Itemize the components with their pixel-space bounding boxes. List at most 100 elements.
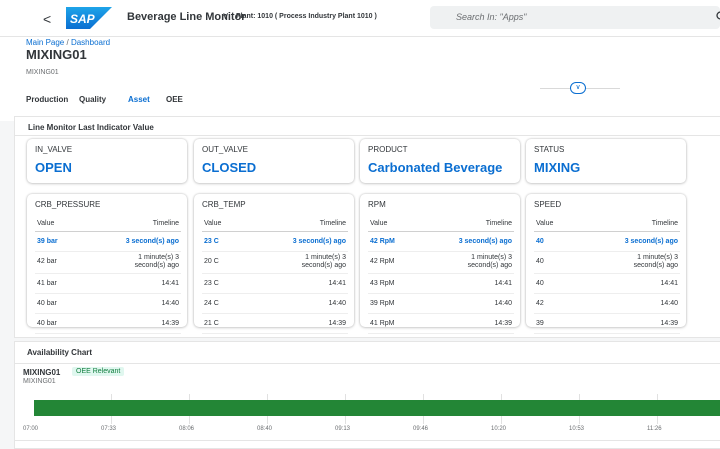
table-row[interactable]: 23 C 14:41 bbox=[202, 273, 348, 294]
breadcrumb-dashboard[interactable]: Dashboard bbox=[71, 38, 110, 47]
cell-timeline-line1: 1 minute(s) 3 bbox=[138, 254, 179, 261]
line-monitor-section: Line Monitor Last Indicator Value IN_VAL… bbox=[14, 116, 720, 338]
cell-timeline: 3 second(s) ago bbox=[571, 231, 680, 252]
column-header-timeline[interactable]: Timeline bbox=[77, 216, 181, 232]
indicator-table: Value Timeline 40 3 second(s) ago 40 1 minu… bbox=[534, 216, 680, 334]
cell-timeline: 14:40 bbox=[571, 293, 680, 314]
breadcrumb-main-page[interactable]: Main Page bbox=[26, 38, 64, 47]
indicator-card-crb-pressure: CRB_PRESSURE Value Timeline 39 bar 3 secon… bbox=[27, 194, 187, 334]
table-row[interactable]: 39 14:39 bbox=[534, 313, 680, 334]
table-row[interactable]: 42 14:40 bbox=[534, 293, 680, 314]
table-row[interactable]: 40 14:41 bbox=[534, 273, 680, 294]
indicator-title: CRB_PRESSURE bbox=[35, 200, 101, 209]
cell-timeline-line1: 1 minute(s) 3 bbox=[305, 254, 346, 261]
table-row[interactable]: 39 RpM 14:40 bbox=[368, 293, 514, 314]
time-axis-label: 10:53 bbox=[569, 426, 585, 432]
cell-timeline: 1 minute(s) 3 second(s) ago bbox=[571, 251, 680, 274]
table-row[interactable]: 39 bar 3 second(s) ago bbox=[35, 231, 181, 252]
availability-title: Availability Chart bbox=[27, 348, 93, 357]
kpi-card-in-valve[interactable]: IN_VALVE OPEN bbox=[27, 139, 187, 183]
indicator-title: RPM bbox=[368, 200, 386, 209]
time-axis-label: 07:33 bbox=[101, 426, 117, 432]
cell-value: 23 C bbox=[202, 273, 240, 294]
breadcrumb-separator: / bbox=[66, 38, 69, 47]
kpi-card-out-valve[interactable]: OUT_VALVE CLOSED bbox=[194, 139, 354, 183]
cell-timeline-line1: 1 minute(s) 3 bbox=[637, 254, 678, 261]
breadcrumb: Main Page / Dashboard bbox=[26, 38, 110, 47]
section-divider bbox=[15, 363, 720, 364]
table-row[interactable]: 43 RpM 14:41 bbox=[368, 273, 514, 294]
cell-timeline: 14:39 bbox=[77, 313, 181, 334]
cell-value: 41 RpM bbox=[368, 313, 416, 334]
time-axis-label: 11:26 bbox=[647, 426, 662, 432]
availability-bar[interactable] bbox=[34, 400, 720, 416]
kpi-card-status[interactable]: STATUS MIXING bbox=[526, 139, 686, 183]
kpi-label: STATUS bbox=[534, 145, 565, 154]
table-row[interactable]: 40 bar 14:39 bbox=[35, 313, 181, 334]
cell-value: 39 bbox=[534, 313, 572, 334]
sap-logo[interactable]: SAP bbox=[66, 7, 112, 29]
table-row[interactable]: 40 3 second(s) ago bbox=[534, 231, 680, 252]
table-row[interactable]: 24 C 14:40 bbox=[202, 293, 348, 314]
cell-timeline: 3 second(s) ago bbox=[239, 231, 348, 252]
kpi-value: OPEN bbox=[35, 160, 72, 175]
table-row[interactable]: 42 RpM 1 minute(s) 3 second(s) ago bbox=[368, 251, 514, 274]
table-row[interactable]: 42 RpM 3 second(s) ago bbox=[368, 231, 514, 252]
collapse-header-button[interactable]: ∨ bbox=[570, 82, 586, 94]
cell-value: 24 C bbox=[202, 293, 240, 314]
table-row[interactable]: 23 C3 second(s) ago bbox=[202, 231, 348, 252]
table-row[interactable]: 40 1 minute(s) 3 second(s) ago bbox=[534, 251, 680, 274]
cell-value: 42 RpM bbox=[368, 231, 416, 252]
cell-value: 42 bbox=[534, 293, 572, 314]
column-header-value[interactable]: Value bbox=[202, 216, 240, 232]
cell-timeline: 14:40 bbox=[77, 293, 181, 314]
cell-timeline: 14:41 bbox=[571, 273, 680, 294]
indicator-title: SPEED bbox=[534, 200, 562, 209]
cell-timeline: 1 minute(s) 3 second(s) ago bbox=[77, 251, 181, 274]
cell-timeline-line1: 1 minute(s) 3 bbox=[471, 254, 512, 261]
back-button[interactable]: < bbox=[43, 11, 51, 27]
column-header-value[interactable]: Value bbox=[35, 216, 78, 232]
kpi-value: CLOSED bbox=[202, 160, 257, 175]
kpi-label: OUT_VALVE bbox=[202, 145, 248, 154]
time-axis-label: 09:46 bbox=[413, 426, 429, 432]
chevron-down-icon[interactable]: ∨ bbox=[222, 11, 229, 22]
resource-subtitle: MIXING01 bbox=[23, 378, 56, 385]
indicator-card-crb-temp: CRB_TEMP Value Timeline 23 C3 second(s) a… bbox=[194, 194, 354, 334]
search-input[interactable]: Search In: "Apps" bbox=[456, 12, 526, 22]
column-header-timeline[interactable]: Timeline bbox=[239, 216, 348, 232]
cell-value: 20 C bbox=[202, 251, 240, 274]
cell-value: 40 bbox=[534, 251, 572, 274]
table-header-row: Value Timeline bbox=[534, 216, 680, 232]
table-row[interactable]: 21 C 14:39 bbox=[202, 313, 348, 334]
search-icon[interactable] bbox=[716, 11, 720, 22]
kpi-label: IN_VALVE bbox=[35, 145, 73, 154]
shell-bar: < SAP Beverage Line Monitor ∨ Plant: 101… bbox=[0, 0, 720, 37]
table-row[interactable]: 42 bar 1 minute(s) 3 second(s) ago bbox=[35, 251, 181, 274]
table-row[interactable]: 20 C1 minute(s) 3 second(s) ago bbox=[202, 251, 348, 274]
table-row[interactable]: 41 bar 14:41 bbox=[35, 273, 181, 294]
search-field[interactable]: Search In: "Apps" bbox=[430, 6, 720, 29]
column-header-value[interactable]: Value bbox=[534, 216, 572, 232]
column-header-timeline[interactable]: Timeline bbox=[415, 216, 514, 232]
cell-value: 39 RpM bbox=[368, 293, 416, 314]
time-axis-label: 09:13 bbox=[335, 426, 351, 432]
section-divider bbox=[15, 135, 720, 136]
section-title: Line Monitor Last Indicator Value bbox=[28, 123, 154, 132]
cell-value: 42 bar bbox=[35, 251, 78, 274]
table-header-row: Value Timeline bbox=[368, 216, 514, 232]
kpi-card-product[interactable]: PRODUCT Carbonated Beverage bbox=[360, 139, 520, 183]
kpi-value: MIXING bbox=[534, 160, 581, 175]
cell-timeline: 1 minute(s) 3 second(s) ago bbox=[415, 251, 514, 274]
time-axis-label: 07:00 bbox=[23, 426, 39, 432]
table-row[interactable]: 40 bar 14:40 bbox=[35, 293, 181, 314]
indicator-card-rpm: RPM Value Timeline 42 RpM 3 second(s) ago … bbox=[360, 194, 520, 334]
column-header-value[interactable]: Value bbox=[368, 216, 416, 232]
cell-timeline: 14:41 bbox=[239, 273, 348, 294]
cell-timeline-line2: second(s) ago bbox=[633, 262, 678, 269]
logo-text: SAP bbox=[70, 12, 96, 26]
time-axis-label: 08:40 bbox=[257, 426, 273, 432]
table-row[interactable]: 41 RpM 14:39 bbox=[368, 313, 514, 334]
column-header-timeline[interactable]: Timeline bbox=[571, 216, 680, 232]
cell-value: 41 bar bbox=[35, 273, 78, 294]
